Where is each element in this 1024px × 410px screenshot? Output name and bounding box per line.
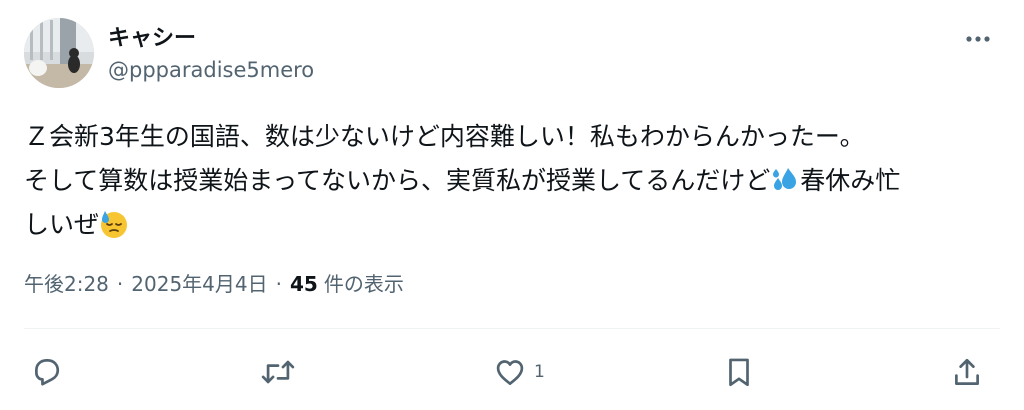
meta-separator: · [275,272,282,296]
views-label[interactable]: 件の表示 [324,268,404,297]
tweet-date[interactable]: 2025年4月4日 [131,268,267,297]
retweet-icon [261,360,295,384]
author-display-name[interactable]: キャシー [108,20,196,52]
share-button[interactable] [950,350,984,394]
tweet-time[interactable]: 午後2:28 [24,268,109,297]
tweet-line-3-text: しいぜ [24,210,100,239]
sweat-droplets-emoji-icon [770,165,800,195]
heart-icon [496,360,524,385]
author-handle[interactable]: @ppparadise5mero [108,58,314,82]
tweet-line-2-end: 春休み忙 [800,166,901,195]
tweet-line-1: Ｚ会新3年生の国語、数は少ないけど内容難しい！私もわからんかったー。 [24,122,865,151]
divider [24,328,1000,329]
retweet-button[interactable] [258,350,298,394]
downcast-face-with-sweat-emoji-icon [99,209,129,239]
more-dots-icon [966,36,990,42]
tweet-line-3: しいぜ [24,203,1000,247]
more-options-button[interactable] [956,24,1000,54]
share-icon [955,358,979,385]
bookmark-button[interactable] [722,350,756,394]
views-count[interactable]: 45 [290,272,318,296]
tweet-line-2-start: そして算数は授業始まってないから、実質私が授業してるんだけど [24,166,771,195]
reply-button[interactable] [30,350,64,394]
meta-separator: · [116,272,124,296]
like-count: 1 [534,362,545,382]
tweet-line-2: そして算数は授業始まってないから、実質私が授業してるんだけど 春休み忙 [24,159,1000,203]
tweet-meta: 午後2:28 · 2025年4月4日 · 45 件の表示 [24,268,404,297]
bookmark-icon [729,358,749,387]
reply-icon [35,359,60,386]
avatar-photo [24,18,94,88]
like-button[interactable]: 1 [492,350,545,394]
avatar[interactable] [24,18,94,88]
tweet-text: Ｚ会新3年生の国語、数は少ないけど内容難しい！私もわからんかったー。 そして算数… [24,115,1000,247]
